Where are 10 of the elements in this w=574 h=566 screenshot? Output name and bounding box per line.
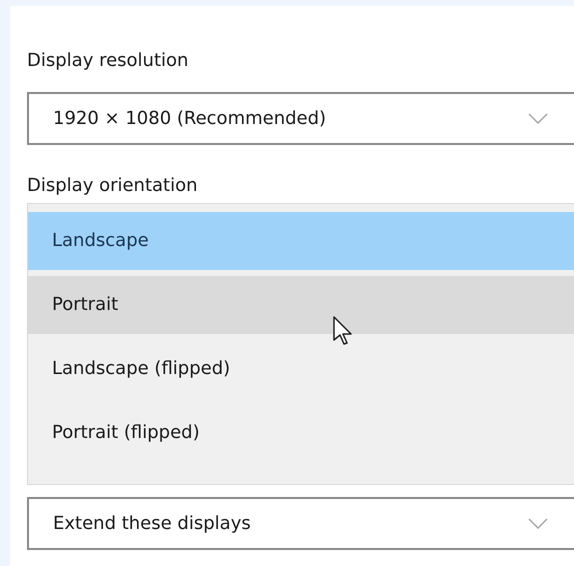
field-label: Display orientation [27, 174, 199, 198]
multiple-displays-dropdown[interactable]: Extend these displays [27, 497, 574, 550]
mouse-pointer-icon [333, 316, 353, 346]
resolution-dropdown[interactable]: 1920 × 1080 (Recommended) [27, 92, 574, 145]
chevron-down-icon [528, 518, 548, 529]
menu-option[interactable]: Landscape [28, 212, 574, 270]
field-label: Display resolution [27, 49, 190, 73]
chevron-down-icon [528, 113, 548, 124]
menu-option[interactable]: Landscape (flipped) [28, 340, 574, 398]
menu-option[interactable]: Portrait (flipped) [28, 404, 574, 462]
